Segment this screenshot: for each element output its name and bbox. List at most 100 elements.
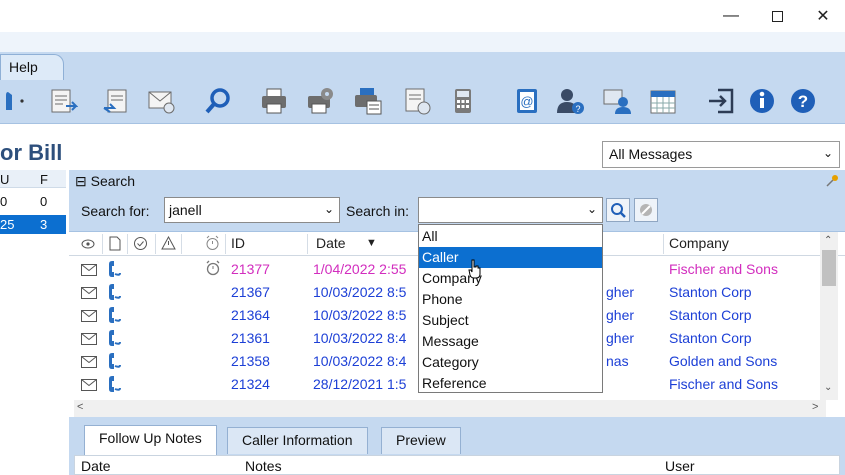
view-select[interactable]: All Messages ⌄: [602, 141, 840, 168]
grid-horizontal-scrollbar[interactable]: < >: [74, 400, 826, 417]
column-notes-date[interactable]: Date: [81, 458, 111, 474]
cell-date: 10/03/2022 8:5: [313, 307, 407, 323]
tab-follow-up-notes[interactable]: Follow Up Notes: [84, 425, 217, 455]
alarm-icon[interactable]: [205, 235, 220, 251]
scroll-up-icon[interactable]: ⌃: [824, 235, 832, 246]
dropdown-option[interactable]: Phone: [419, 289, 602, 310]
phone-button[interactable]: [0, 84, 34, 118]
close-button[interactable]: ✕: [800, 0, 845, 32]
title-bar: — ✕: [0, 0, 845, 32]
folder-grid-header: U F: [0, 170, 66, 188]
dropdown-option[interactable]: Reference: [419, 373, 602, 394]
help-icon: ?: [791, 89, 815, 113]
search-for-input[interactable]: janell ⌄: [164, 197, 340, 223]
logout-button[interactable]: [704, 84, 738, 118]
dropdown-option[interactable]: Message: [419, 331, 602, 352]
envelope-icon: [81, 263, 97, 279]
scroll-left-icon[interactable]: <: [77, 401, 83, 413]
search-in-dropdown: All Caller Company Phone Subject Message Categ…: [418, 224, 603, 393]
envelope-icon: [81, 355, 97, 371]
phone-icon: [109, 260, 121, 281]
search-go-button[interactable]: [606, 198, 630, 222]
pin-icon[interactable]: [825, 174, 839, 188]
print-setup-button[interactable]: [303, 84, 337, 118]
document-icon[interactable]: [109, 236, 121, 251]
help-button[interactable]: ?: [786, 84, 820, 118]
cell-date: 1/04/2022 2:55: [313, 261, 407, 277]
menu-band: [0, 32, 845, 52]
cell-company: Stanton Corp: [669, 307, 752, 323]
dropdown-option[interactable]: Caller: [419, 247, 602, 268]
calculator-button[interactable]: [446, 84, 480, 118]
column-flagged: F: [40, 172, 48, 187]
new-message-button[interactable]: [46, 84, 80, 118]
envelope-icon: [81, 332, 97, 348]
export-button[interactable]: [400, 84, 434, 118]
dropdown-option[interactable]: All: [419, 226, 602, 247]
notes-grid-header: Date Notes User: [74, 455, 840, 475]
read-status-icon[interactable]: [81, 238, 95, 250]
dropdown-option[interactable]: Subject: [419, 310, 602, 331]
cell-id: 21364: [231, 307, 270, 323]
warning-icon[interactable]: [161, 236, 176, 250]
folder-flagged-count: 3: [40, 217, 48, 232]
user-screen-button[interactable]: [600, 84, 634, 118]
cell-id: 21367: [231, 284, 270, 300]
column-company[interactable]: Company: [669, 235, 729, 251]
search-in-label: Search in:: [346, 203, 410, 219]
cell-id: 21377: [231, 261, 270, 277]
search-in-select[interactable]: ⌄: [418, 197, 603, 223]
calendar-button[interactable]: [646, 84, 680, 118]
tab-preview[interactable]: Preview: [381, 427, 461, 454]
column-id[interactable]: ID: [231, 235, 245, 251]
grid-vertical-scrollbar[interactable]: ⌃ ⌄: [820, 232, 838, 400]
envelope-icon: [81, 309, 97, 325]
folder-unread-count: 25: [0, 217, 15, 232]
user-screen-icon: [603, 89, 631, 114]
chevron-down-icon[interactable]: ⌄: [324, 202, 334, 216]
search-panel-header[interactable]: ⊟ Search: [75, 173, 135, 190]
chevron-down-icon[interactable]: ⌄: [587, 202, 597, 216]
column-date[interactable]: Date: [316, 235, 346, 251]
clear-search-button[interactable]: [634, 198, 658, 222]
cell-date: 28/12/2021 1:5: [313, 376, 407, 392]
info-button[interactable]: [745, 84, 779, 118]
hand-cursor-icon: [468, 259, 481, 279]
search-for-label: Search for:: [81, 203, 150, 219]
minimize-button[interactable]: —: [708, 0, 754, 32]
print-preview-button[interactable]: [351, 84, 385, 118]
scroll-down-icon[interactable]: ⌄: [824, 382, 832, 393]
dropdown-option[interactable]: Company: [419, 268, 602, 289]
tab-caller-information[interactable]: Caller Information: [227, 427, 368, 454]
folder-row-selected[interactable]: 25 3: [0, 215, 66, 234]
maximize-button[interactable]: [754, 0, 800, 32]
cell-id: 21358: [231, 353, 270, 369]
cell-date: 10/03/2022 8:4: [313, 330, 407, 346]
address-book-button[interactable]: @: [510, 84, 544, 118]
phone-icon: [109, 375, 121, 396]
toolbar: @ ? ?: [0, 80, 845, 124]
search-panel-title: Search: [90, 173, 135, 189]
reply-button[interactable]: [100, 84, 134, 118]
column-notes[interactable]: Notes: [245, 458, 282, 474]
menu-help-label: Help: [9, 59, 38, 75]
user-help-button[interactable]: ?: [553, 84, 587, 118]
scroll-thumb[interactable]: [822, 250, 836, 286]
print-button[interactable]: [257, 84, 291, 118]
column-user[interactable]: User: [665, 458, 695, 474]
new-message-icon: [51, 89, 78, 113]
search-button[interactable]: [201, 84, 235, 118]
phone-icon: [109, 352, 121, 373]
check-circle-icon[interactable]: [133, 236, 148, 251]
folder-row[interactable]: 0 0: [0, 192, 66, 211]
dropdown-option[interactable]: Category: [419, 352, 602, 373]
delete-message-button[interactable]: [144, 84, 178, 118]
menu-help[interactable]: Help: [0, 54, 64, 81]
sort-descending-icon[interactable]: ▼: [366, 237, 377, 249]
scroll-right-icon[interactable]: >: [812, 401, 818, 413]
folder-grid: U F 0 0 25 3: [0, 170, 66, 475]
folder-flagged-count: 0: [40, 194, 48, 209]
cell-company: Fischer and Sons: [669, 376, 778, 392]
user-help-icon: ?: [557, 89, 584, 114]
envelope-icon: [81, 286, 97, 302]
